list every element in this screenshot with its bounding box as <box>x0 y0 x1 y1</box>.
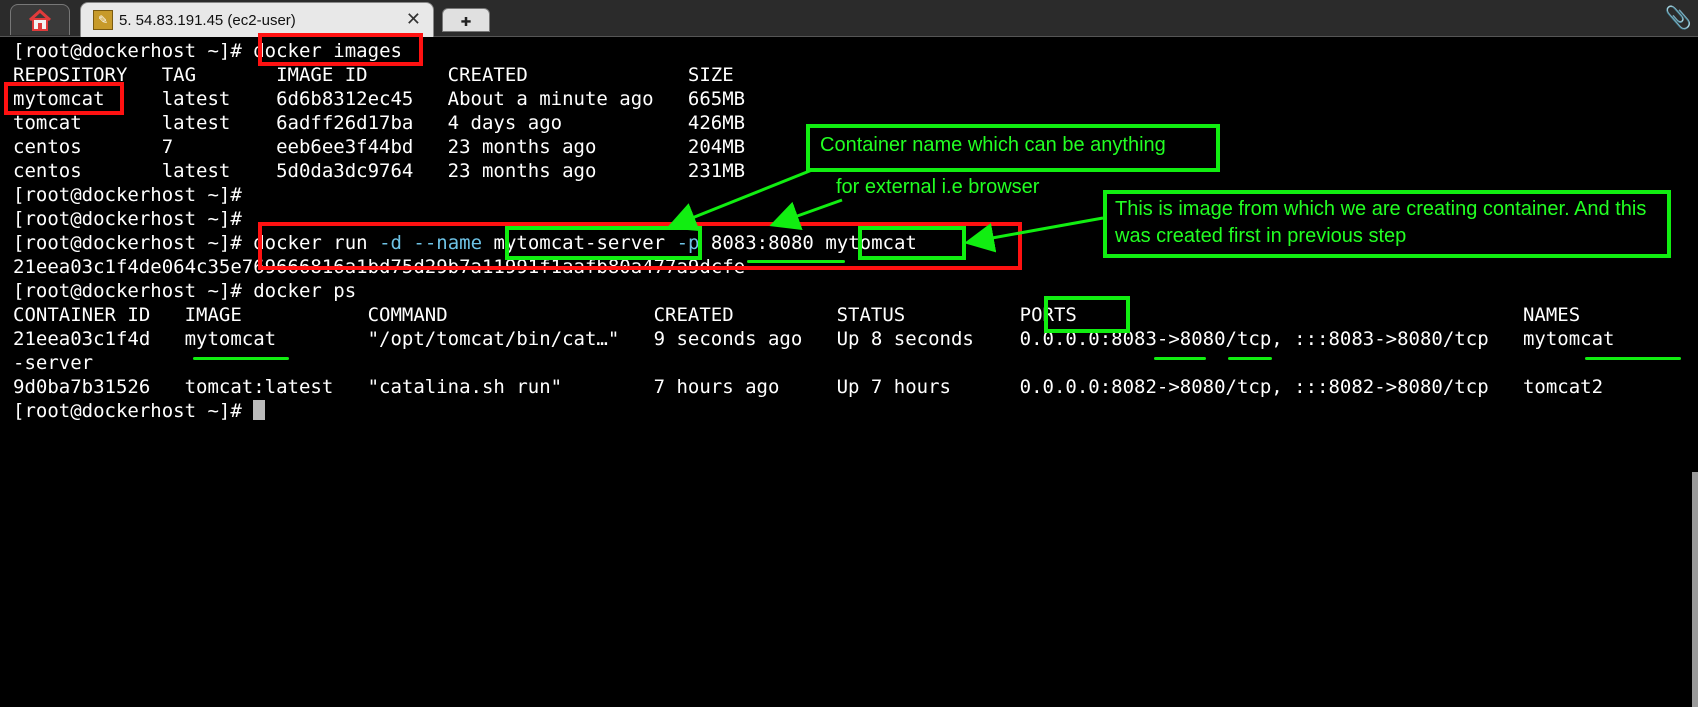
arrow-to-port <box>769 198 843 231</box>
annotation-arrows <box>666 168 1104 253</box>
arrow-to-image <box>964 216 1104 253</box>
